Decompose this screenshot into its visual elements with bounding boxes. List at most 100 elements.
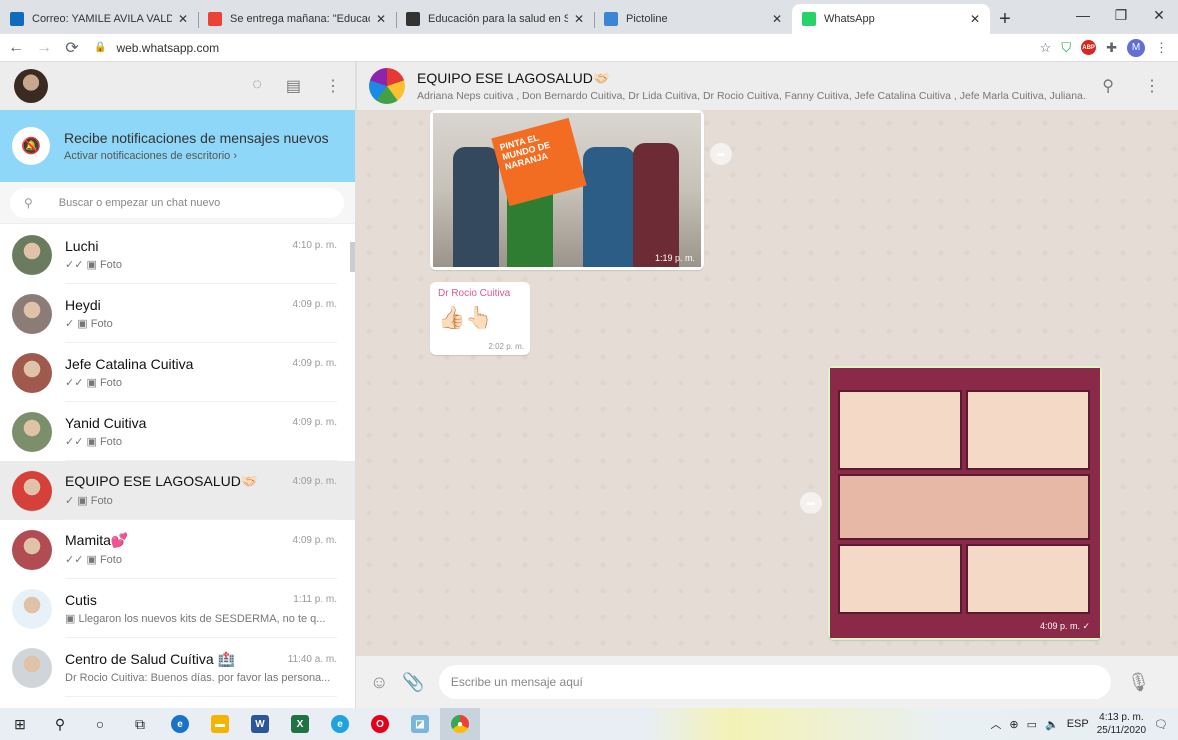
emoji-icon[interactable]: ☺ [370, 672, 388, 693]
forward-icon[interactable]: ➦ [710, 143, 732, 165]
cortana-icon[interactable]: ○ [80, 708, 120, 740]
close-tab-icon[interactable]: ✕ [376, 12, 386, 26]
chat-list-item[interactable]: Yanid Cuitiva 4:09 p. m. ✓✓ ▣ Foto [0, 402, 355, 461]
file-explorer-icon[interactable]: ▬ [200, 708, 240, 740]
gmail-icon [208, 12, 222, 26]
url-text: web.whatsapp.com [116, 40, 220, 55]
browser-tab[interactable]: Pictoline ✕ [594, 4, 792, 34]
browser-tab[interactable]: Educación para la salud en Salud ✕ [396, 4, 594, 34]
notification-banner[interactable]: 🔕 Recibe notificaciones de mensajes nuev… [0, 110, 355, 182]
group-avatar[interactable] [369, 68, 405, 104]
chat-avatar [12, 352, 52, 393]
chat-list-item[interactable]: Cutis 1:11 p. m. ▣ Llegaron los nuevos kit… [0, 579, 355, 638]
chevron-up-icon[interactable]: ︿ [990, 716, 1001, 732]
my-avatar[interactable] [14, 69, 48, 103]
browser-tab[interactable]: Correo: YAMILE AVILA VALDES - O ✕ [0, 4, 198, 34]
attach-icon[interactable]: 📎 [402, 672, 424, 693]
url-field[interactable]: 🔒 web.whatsapp.com [94, 41, 1014, 55]
notification-title: Recibe notificaciones de mensajes nuevos [64, 130, 329, 146]
chat-name: Cutis [65, 591, 97, 608]
scrollbar[interactable] [350, 242, 355, 272]
chat-list: Luchi 4:10 p. m. ✓✓ ▣ Foto Heydi 4:09 p. m. ✓… [0, 225, 355, 708]
word-icon[interactable]: W [240, 708, 280, 740]
search-icon[interactable]: ⚲ [40, 708, 80, 740]
status-icon[interactable]: ◌ [252, 76, 262, 96]
chrome-icon[interactable]: ● [440, 708, 480, 740]
chat-list-item[interactable]: Jefe Catalina Cuitiva 4:09 p. m. ✓✓ ▣ Foto [0, 343, 355, 402]
sidebar-header: ◌ ▤ ⋮ [0, 62, 355, 110]
menu-icon[interactable]: ⋮ [325, 76, 341, 96]
profile-avatar[interactable]: M [1127, 38, 1145, 57]
chat-sidebar: ◌ ▤ ⋮ 🔕 Recibe notificaciones de mensaje… [0, 62, 356, 708]
minimize-button[interactable]: — [1064, 0, 1102, 30]
start-icon[interactable]: ⊞ [0, 708, 40, 740]
text-message[interactable]: Dr Rocio Cuitiva 👍🏻👆🏻 2:02 p. m. [430, 282, 530, 355]
chat-name: Centro de Salud Cuítiva 🏥 [65, 650, 235, 667]
chat-list-item[interactable]: Heydi 4:09 p. m. ✓ ▣ Foto [0, 284, 355, 343]
microphone-icon[interactable]: 🎙 [1127, 672, 1150, 693]
photo-message[interactable]: PINTA EL MUNDO DE NARANJA 1:19 p. m. [430, 110, 704, 270]
forward-icon[interactable]: ➦ [800, 492, 822, 514]
chat-avatar [12, 293, 52, 334]
chat-avatar [12, 234, 52, 275]
excel-icon[interactable]: X [280, 708, 320, 740]
notifications-icon[interactable]: 🗨 [1154, 718, 1168, 731]
conversation-menu-icon[interactable]: ⋮ [1144, 76, 1160, 96]
app-icon[interactable]: ◪ [400, 708, 440, 740]
tab-title: WhatsApp [824, 13, 875, 25]
opera-icon[interactable]: O [360, 708, 400, 740]
close-tab-icon[interactable]: ✕ [970, 12, 980, 26]
close-tab-icon[interactable]: ✕ [772, 12, 782, 26]
search-placeholder: Buscar o empezar un chat nuevo [58, 196, 221, 209]
infographic-message[interactable]: 4:09 p. m. ✓ [828, 366, 1102, 640]
edge-icon[interactable]: e [160, 708, 200, 740]
enable-notifications-link[interactable]: Activar notificaciones de escritorio › [64, 150, 329, 162]
browser-tab[interactable]: WhatsApp ✕ [792, 4, 990, 34]
close-tab-icon[interactable]: ✕ [574, 12, 584, 26]
clock-date: 25/11/2020 [1096, 725, 1147, 736]
chat-name: Luchi [65, 237, 99, 254]
task-view-icon[interactable]: ⧉ [120, 708, 160, 740]
bookmark-star-icon[interactable]: ☆ [1040, 40, 1052, 56]
message-input[interactable]: Escribe un mensaje aquí [438, 665, 1112, 699]
forward-button[interactable]: → [32, 39, 56, 57]
message-time: 1:19 p. m. [654, 253, 695, 263]
adblock-extension-icon[interactable]: ABP [1081, 40, 1097, 55]
chat-last-message: Dr Rocio Cuitiva: Buenos días. por favor… [65, 671, 331, 684]
clock-time: 4:13 p. m. [1099, 712, 1144, 723]
message-sender: Dr Rocio Cuitiva [438, 288, 511, 299]
chat-list-item[interactable]: Centro de Salud Cuítiva 🏥 11:40 a. m. Dr R… [0, 638, 355, 697]
restore-button[interactable]: ❐ [1102, 0, 1140, 30]
pictoline-icon [604, 12, 618, 26]
browser-menu-icon[interactable]: ⋮ [1155, 40, 1168, 56]
close-window-button[interactable]: ✕ [1140, 0, 1178, 30]
chat-list-item[interactable]: Luchi 4:10 p. m. ✓✓ ▣ Foto [0, 225, 355, 284]
display-icon[interactable]: ▭ [1027, 718, 1037, 731]
chat-last-message: ✓ ▣ Foto [65, 495, 113, 507]
shield-extension-icon[interactable]: ⛉ [1061, 40, 1071, 56]
chat-list-item[interactable]: EQUIPO ESE LAGOSALUD🤝🏻 4:09 p. m. ✓ ▣ Foto [0, 461, 355, 520]
back-button[interactable]: ← [4, 39, 28, 57]
chat-time: 11:40 a. m. [287, 653, 337, 665]
search-messages-icon[interactable]: ⚲ [1102, 76, 1114, 96]
chat-time: 4:09 p. m. [292, 299, 337, 310]
extensions-puzzle-icon[interactable]: ✚ [1106, 40, 1117, 56]
search-input[interactable]: ⚲ Buscar o empezar un chat nuevo [10, 187, 344, 218]
browser-tab[interactable]: Se entrega mañana: "Educación p ✕ [198, 4, 396, 34]
internet-explorer-icon[interactable]: e [320, 708, 360, 740]
chat-list-item[interactable]: Mamita💕 4:09 p. m. ✓✓ ▣ Foto [0, 520, 355, 579]
tab-title: Correo: YAMILE AVILA VALDES - O [32, 13, 172, 25]
reload-button[interactable]: ⟳ [60, 38, 84, 58]
group-photo: PINTA EL MUNDO DE NARANJA 1:19 p. m. [433, 113, 701, 267]
clock[interactable]: 4:13 p. m. 25/11/2020 [1097, 711, 1146, 737]
close-tab-icon[interactable]: ✕ [178, 12, 188, 26]
language-indicator[interactable]: ESP [1067, 718, 1089, 730]
chat-name: Jefe Catalina Cuitiva [65, 355, 194, 372]
network-icon[interactable]: ⊕ [1009, 718, 1018, 731]
new-tab-button[interactable]: + [990, 4, 1020, 34]
chat-time: 4:09 p. m. [292, 417, 337, 428]
chat-avatar [12, 588, 52, 629]
conversation-header[interactable]: EQUIPO ESE LAGOSALUD🤝🏻 Adriana Neps cuit… [356, 62, 1178, 110]
volume-icon[interactable]: 🔈 [1045, 718, 1059, 731]
new-chat-icon[interactable]: ▤ [286, 76, 301, 96]
